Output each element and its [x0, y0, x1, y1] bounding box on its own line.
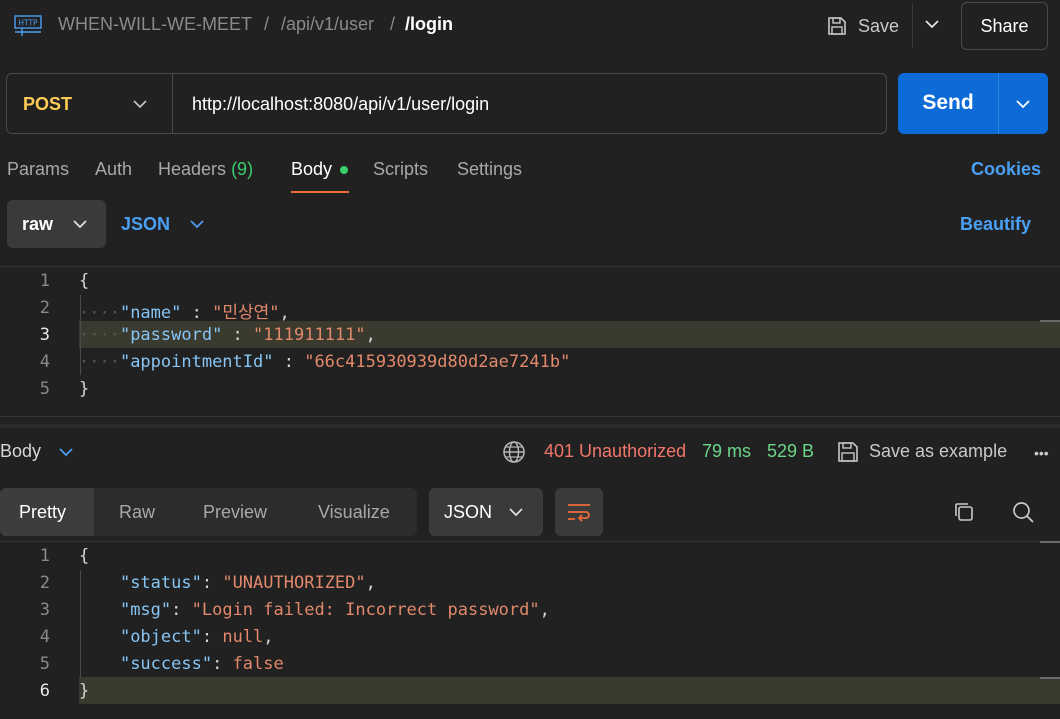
code-brace: { [79, 271, 90, 291]
globe-icon[interactable] [502, 440, 526, 464]
editor-scrollbar[interactable] [1040, 677, 1060, 679]
code-brace: { [79, 546, 90, 566]
save-button[interactable]: Save [826, 12, 899, 40]
http-icon: HTTP [14, 12, 42, 38]
line-number: 1 [39, 546, 50, 566]
divider [998, 73, 999, 134]
breadcrumb-separator: / [264, 14, 270, 34]
save-icon [826, 15, 848, 37]
tab-pretty[interactable]: Pretty [19, 502, 66, 523]
body-language-select[interactable]: JSON [121, 214, 170, 235]
send-options-chevron-icon[interactable] [1013, 94, 1033, 114]
line-number: 5 [39, 379, 50, 399]
svg-text:HTTP: HTTP [18, 19, 38, 28]
copy-icon[interactable] [952, 500, 976, 524]
tab-body[interactable]: Body [291, 159, 332, 180]
cookies-link[interactable]: Cookies [971, 159, 1041, 180]
send-label[interactable]: Send [898, 91, 998, 115]
line-number: 2 [39, 573, 50, 593]
save-icon[interactable] [836, 440, 860, 464]
line-number: 4 [39, 352, 50, 372]
body-mode-label: raw [22, 214, 54, 234]
line-number: 3 [39, 325, 50, 345]
active-tab-underline [291, 191, 349, 193]
tab-headers-label: Headers [158, 159, 227, 179]
pane-resize-handle[interactable] [0, 424, 1060, 428]
chevron-down-icon[interactable] [56, 442, 76, 462]
divider [0, 416, 1060, 417]
code-line[interactable]: "msg": "Login failed: Incorrect password… [79, 600, 550, 620]
editor-scrollbar[interactable] [1040, 541, 1060, 543]
code-line[interactable]: ····"appointmentId" : "66c415930939d80d2… [79, 352, 570, 372]
tab-settings[interactable]: Settings [457, 159, 522, 180]
line-number: 6 [39, 681, 50, 701]
code-brace: } [79, 681, 90, 701]
tab-auth[interactable]: Auth [95, 159, 132, 180]
code-line[interactable]: "success": false [79, 654, 284, 674]
tab-visualize[interactable]: Visualize [318, 502, 390, 523]
method-select[interactable]: POST [23, 94, 72, 115]
tab-raw[interactable]: Raw [119, 502, 155, 523]
code-brace: } [79, 379, 90, 399]
body-indicator-dot [340, 166, 348, 174]
chevron-down-icon [70, 214, 90, 234]
tab-headers[interactable]: Headers (9) [158, 159, 253, 180]
chevron-down-icon [506, 502, 526, 522]
method-chevron-down-icon[interactable] [130, 94, 150, 114]
response-size[interactable]: 529 B [767, 441, 814, 462]
code-line[interactable]: ····"password" : "111911111", [79, 325, 376, 345]
more-options-icon[interactable]: ••• [1034, 445, 1049, 461]
response-time[interactable]: 79 ms [702, 441, 751, 462]
beautify-link[interactable]: Beautify [960, 214, 1031, 235]
editor-scrollbar[interactable] [1040, 320, 1060, 322]
line-number: 4 [39, 627, 50, 647]
line-number: 5 [39, 654, 50, 674]
line-number: 3 [39, 600, 50, 620]
current-line-highlight [79, 677, 1060, 704]
line-number: 2 [39, 298, 50, 318]
tab-preview[interactable]: Preview [203, 502, 267, 523]
url-input[interactable]: http://localhost:8080/api/v1/user/login [192, 94, 489, 115]
breadcrumb-separator: / [390, 14, 396, 34]
divider [0, 266, 1060, 267]
status-badge[interactable]: 401 Unauthorized [544, 441, 686, 462]
divider [172, 74, 173, 133]
chevron-down-icon[interactable] [187, 214, 207, 234]
wrap-text-icon [566, 500, 592, 524]
search-icon[interactable] [1011, 500, 1035, 524]
divider [912, 4, 913, 48]
code-line[interactable]: "status": "UNAUTHORIZED", [79, 573, 376, 593]
line-number: 1 [39, 271, 50, 291]
tab-scripts[interactable]: Scripts [373, 159, 428, 180]
share-button[interactable]: Share [961, 2, 1048, 50]
response-section-label[interactable]: Body [0, 441, 41, 462]
save-as-example-button[interactable]: Save as example [869, 441, 1007, 462]
save-label: Save [858, 15, 900, 36]
tab-params[interactable]: Params [7, 159, 69, 180]
code-line[interactable]: "object": null, [79, 627, 274, 647]
request-name[interactable]: /login [405, 14, 453, 35]
breadcrumb-collection[interactable]: WHEN-WILL-WE-MEET [58, 14, 252, 35]
divider [0, 541, 1060, 542]
response-format-label: JSON [444, 502, 493, 522]
breadcrumb-folder[interactable]: /api/v1/user [281, 14, 374, 35]
headers-count: (9) [231, 159, 254, 179]
save-options-chevron-icon[interactable] [922, 14, 942, 34]
code-line[interactable]: ····"name" : "민상연", [79, 298, 290, 323]
